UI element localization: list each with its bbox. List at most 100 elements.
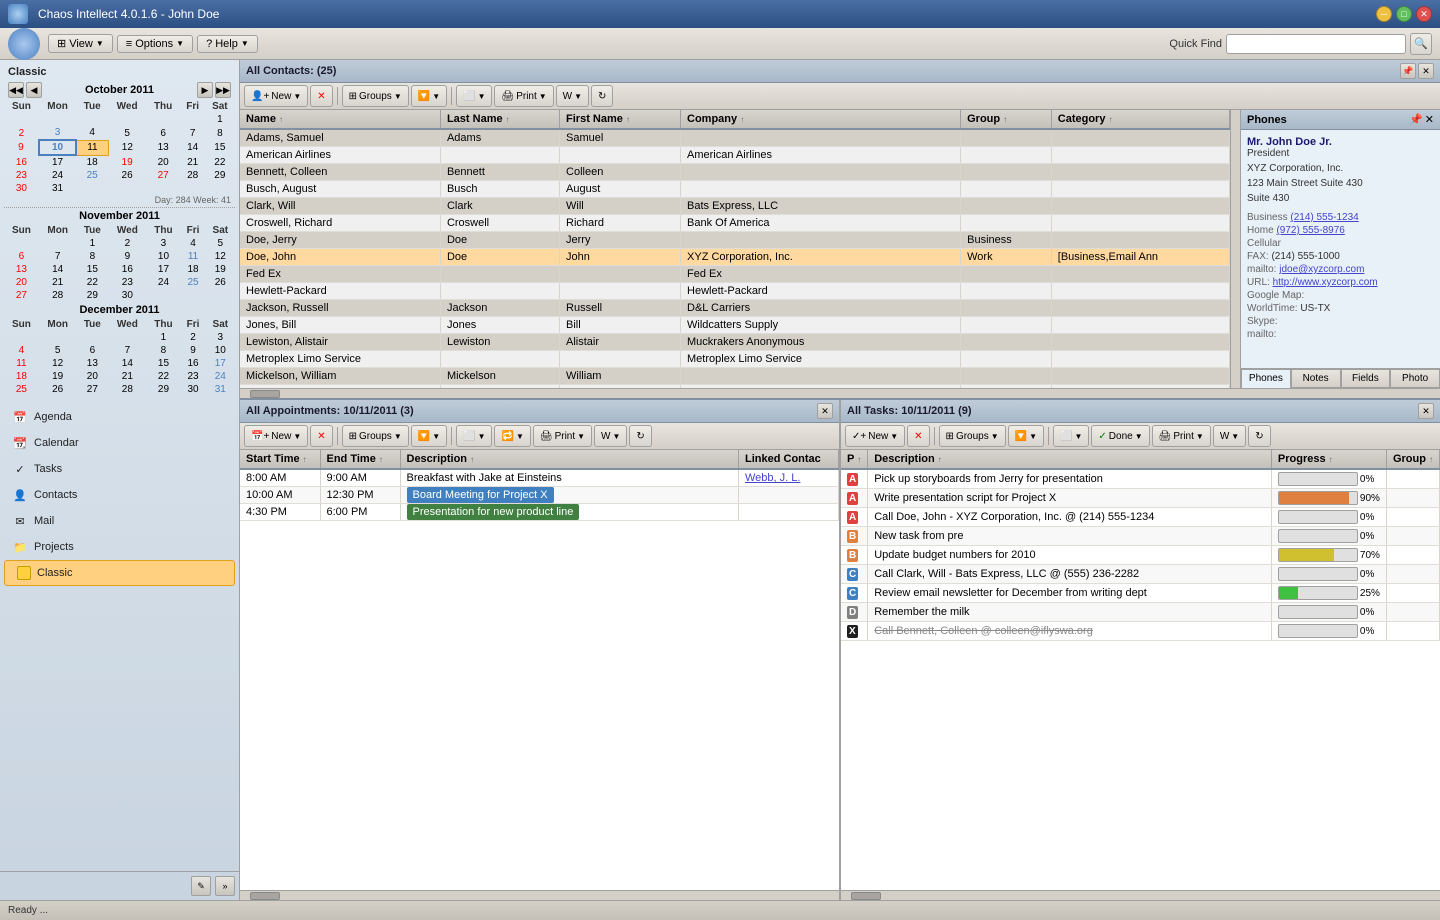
help-menu-btn[interactable]: ? Help ▼ (197, 35, 258, 53)
table-row[interactable]: B Update budget numbers for 2010 70% (841, 546, 1440, 565)
table-row[interactable]: American Airlines American Airlines (240, 147, 1230, 164)
tasks-close-btn[interactable]: ✕ (1418, 403, 1434, 419)
sidebar-item-agenda[interactable]: 📅 Agenda (0, 404, 239, 430)
appointments-recur-btn[interactable]: 🔁 ▼ (494, 425, 530, 447)
contacts-copy-btn[interactable]: ⬜ ▼ (456, 85, 492, 107)
table-row[interactable]: 10:00 AM 12:30 PM Board Meeting for Proj… (240, 487, 839, 504)
sidebar-item-mail[interactable]: ✉ Mail (0, 508, 239, 534)
appointments-new-btn[interactable]: 📅+ New ▼ (244, 425, 308, 447)
cal-prev-prev-btn[interactable]: ◀◀ (8, 82, 24, 98)
appointments-groups-btn[interactable]: ⊞ Groups ▼ (342, 425, 409, 447)
quick-find-button[interactable]: 🔍 (1410, 33, 1432, 55)
phones-tab-photo[interactable]: Photo (1390, 369, 1440, 388)
table-row[interactable]: 8:00 AM 9:00 AM Breakfast with Jake at E… (240, 469, 839, 487)
tasks-scrollbar-h[interactable] (841, 890, 1440, 900)
nav-expand-btn[interactable]: » (215, 876, 235, 896)
table-row[interactable]: A Call Doe, John - XYZ Corporation, Inc.… (841, 508, 1440, 527)
contacts-new-btn[interactable]: 👤+ New ▼ (244, 85, 308, 107)
home-phone-value[interactable]: (972) 555-8976 (1276, 225, 1344, 236)
table-row[interactable]: Lewiston, Alistair Lewiston Alistair Muc… (240, 334, 1230, 351)
cal-next-btn[interactable]: ▶ (197, 82, 213, 98)
table-row[interactable]: Adams, Samuel Adams Samuel (240, 129, 1230, 147)
table-row[interactable]: Jackson, Russell Jackson Russell D&L Car… (240, 300, 1230, 317)
phones-tab-phones[interactable]: Phones (1241, 369, 1291, 388)
col-category[interactable]: Category ↑ (1051, 110, 1229, 129)
sidebar-item-calendar[interactable]: 📆 Calendar (0, 430, 239, 456)
tasks-filter-btn[interactable]: 🔽 ▼ (1008, 425, 1044, 447)
minimize-btn[interactable]: ─ (1376, 6, 1392, 22)
email-value[interactable]: jdoe@xyzcorp.com (1279, 264, 1364, 275)
tasks-refresh-btn[interactable]: ↻ (1248, 425, 1270, 447)
appt-col-desc[interactable]: Description ↑ (400, 450, 739, 469)
table-row[interactable]: Mickelson, William Mickelson William (240, 368, 1230, 385)
phones-tab-fields[interactable]: Fields (1341, 369, 1391, 388)
maximize-btn[interactable]: □ (1396, 6, 1412, 22)
appointments-delete-btn[interactable]: ✕ (310, 425, 332, 447)
contacts-word-btn[interactable]: W ▼ (556, 85, 589, 107)
tasks-delete-btn[interactable]: ✕ (907, 425, 929, 447)
appointments-print-btn[interactable]: 🖨 Print ▼ (533, 425, 592, 447)
tasks-new-btn[interactable]: ✓+ New ▼ (845, 425, 905, 447)
tasks-groups-btn[interactable]: ⊞ Groups ▼ (939, 425, 1006, 447)
contacts-scrollbar-v[interactable] (1230, 110, 1240, 388)
sidebar-item-classic[interactable]: Classic (4, 560, 235, 586)
table-row[interactable]: Clark, Will Clark Will Bats Express, LLC (240, 198, 1230, 215)
table-row[interactable]: C Call Clark, Will - Bats Express, LLC @… (841, 565, 1440, 584)
appointments-copy-btn[interactable]: ⬜ ▼ (456, 425, 492, 447)
col-company[interactable]: Company ↑ (681, 110, 961, 129)
table-row[interactable]: A Write presentation script for Project … (841, 489, 1440, 508)
task-col-group[interactable]: Group ↑ (1386, 450, 1439, 469)
contacts-pin-btn[interactable]: 📌 (1400, 63, 1416, 79)
appointments-word-btn[interactable]: W ▼ (594, 425, 627, 447)
cal-next-next-btn[interactable]: ▶▶ (215, 82, 231, 98)
contacts-close-btn[interactable]: ✕ (1418, 63, 1434, 79)
col-name[interactable]: Name ↑ (240, 110, 440, 129)
sidebar-item-tasks[interactable]: ✓ Tasks (0, 456, 239, 482)
appointments-scrollbar-h[interactable] (240, 890, 839, 900)
table-row[interactable]: Croswell, Richard Croswell Richard Bank … (240, 215, 1230, 232)
url-value[interactable]: http://www.xyzcorp.com (1273, 277, 1378, 288)
appt-col-end[interactable]: End Time ↑ (320, 450, 400, 469)
contacts-print-btn[interactable]: 🖨 Print ▼ (494, 85, 553, 107)
contacts-scrollbar-h[interactable] (240, 388, 1440, 398)
appt-col-contact[interactable]: Linked Contac (739, 450, 839, 469)
tasks-print-btn[interactable]: 🖨 Print ▼ (1152, 425, 1211, 447)
business-phone-value[interactable]: (214) 555-1234 (1290, 212, 1358, 223)
sidebar-item-contacts[interactable]: 👤 Contacts (0, 482, 239, 508)
task-col-priority[interactable]: P ↑ (841, 450, 868, 469)
tasks-done-btn[interactable]: ✓ Done ▼ (1091, 425, 1149, 447)
tasks-word-btn[interactable]: W ▼ (1213, 425, 1246, 447)
col-lastname[interactable]: Last Name ↑ (440, 110, 559, 129)
quick-find-input[interactable] (1226, 34, 1406, 54)
sidebar-item-projects[interactable]: 📁 Projects (0, 534, 239, 560)
table-row[interactable]: Bennett, Colleen Bennett Colleen (240, 164, 1230, 181)
appointments-refresh-btn[interactable]: ↻ (629, 425, 651, 447)
close-btn[interactable]: ✕ (1416, 6, 1432, 22)
table-row[interactable]: D Remember the milk 0% (841, 603, 1440, 622)
phones-pin-icon[interactable]: 📌 (1409, 113, 1423, 126)
contacts-groups-btn[interactable]: ⊞ Groups ▼ (342, 85, 409, 107)
view-menu-btn[interactable]: ⊞ View ▼ (48, 34, 113, 53)
table-row[interactable]: Fed Ex Fed Ex (240, 266, 1230, 283)
table-row[interactable]: C Review email newsletter for December f… (841, 584, 1440, 603)
appointments-filter-btn[interactable]: 🔽 ▼ (411, 425, 447, 447)
col-group[interactable]: Group ↑ (961, 110, 1052, 129)
tasks-copy-btn[interactable]: ⬜ ▼ (1053, 425, 1089, 447)
table-row[interactable]: Doe, Jerry Doe Jerry Business (240, 232, 1230, 249)
options-menu-btn[interactable]: ≡ Options ▼ (117, 35, 193, 53)
phones-close-icon[interactable]: ✕ (1425, 113, 1434, 126)
table-row[interactable]: A Pick up storyboards from Jerry for pre… (841, 469, 1440, 489)
phones-tab-notes[interactable]: Notes (1291, 369, 1341, 388)
task-col-desc[interactable]: Description ↑ (868, 450, 1272, 469)
table-row[interactable]: Doe, John Doe John XYZ Corporation, Inc.… (240, 249, 1230, 266)
table-row[interactable]: Jones, Bill Jones Bill Wildcatters Suppl… (240, 317, 1230, 334)
table-row[interactable]: Metroplex Limo Service Metroplex Limo Se… (240, 351, 1230, 368)
appointments-close-btn[interactable]: ✕ (817, 403, 833, 419)
contacts-refresh-btn[interactable]: ↻ (591, 85, 613, 107)
nav-edit-btn[interactable]: ✎ (191, 876, 211, 896)
col-firstname[interactable]: First Name ↑ (560, 110, 681, 129)
appt-col-start[interactable]: Start Time ↑ (240, 450, 320, 469)
cal-prev-btn[interactable]: ◀ (26, 82, 42, 98)
table-row[interactable]: 4:30 PM 6:00 PM Presentation for new pro… (240, 504, 839, 521)
contacts-delete-btn[interactable]: ✕ (310, 85, 332, 107)
